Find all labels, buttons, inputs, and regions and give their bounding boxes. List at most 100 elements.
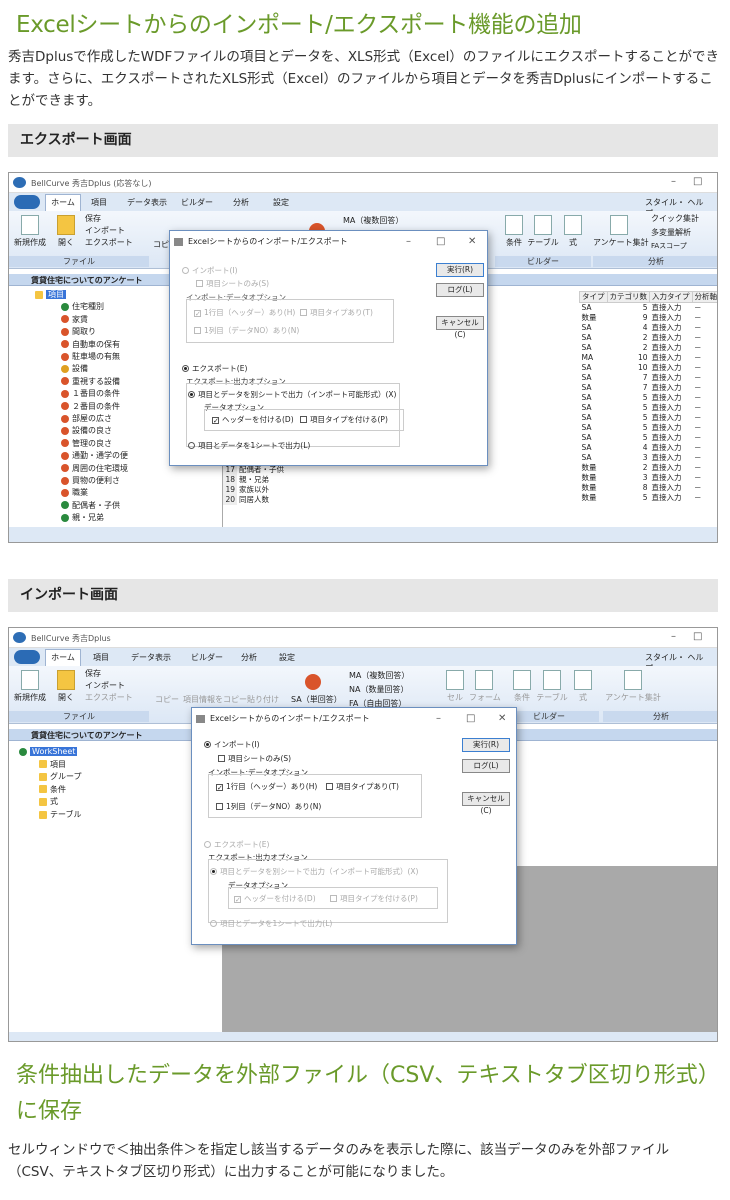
grid-row[interactable]: SA 5 直接入力－ <box>580 303 718 314</box>
grid-cell[interactable]: 直接入力 <box>650 483 693 493</box>
tree-root[interactable]: 項目 <box>35 289 66 300</box>
open-button-2[interactable]: 開く <box>53 670 79 703</box>
worksheet-item[interactable]: 項目 <box>39 759 66 770</box>
export-radio-2[interactable]: エクスポート(E) <box>204 840 269 850</box>
grid-row[interactable]: 数量 5 直接入力－ <box>580 493 718 503</box>
cond-button-2[interactable]: 条件 <box>509 670 535 703</box>
tree-item[interactable]: 管理の良さ <box>61 438 112 449</box>
tree-item[interactable]: 周囲の住宅環境 <box>61 463 128 474</box>
separate-radio-2[interactable]: 項目とデータを別シートで出力（インポート可能形式）(X) <box>210 867 419 877</box>
save-button[interactable]: 保存 <box>85 213 101 224</box>
tab-analysis-2[interactable]: 分析 <box>241 652 257 663</box>
grid-cell[interactable]: SA <box>580 373 608 383</box>
grid-row[interactable]: SA 5 直接入力－ <box>580 413 718 423</box>
grid-cell[interactable]: － <box>692 323 717 333</box>
tree-item[interactable]: 通勤・通学の便 <box>61 450 128 461</box>
import-button[interactable]: インポート <box>85 225 125 236</box>
new-button-2[interactable]: 新規作成 <box>13 670 47 703</box>
grid-cell[interactable]: － <box>692 353 717 363</box>
sheet-only-check-2[interactable]: 項目シートのみ(S) <box>218 754 291 764</box>
cancel-button[interactable]: キャンセル(C) <box>436 316 484 339</box>
grid-cell[interactable]: 7 <box>607 383 650 393</box>
cell-button[interactable]: セル <box>443 670 467 703</box>
grid-cell[interactable]: 2 <box>607 343 650 353</box>
grid-row[interactable]: 数量 2 直接入力－ <box>580 463 718 473</box>
grid-row[interactable]: SA 2 直接入力－ <box>580 343 718 353</box>
grid-row[interactable]: SA 5 直接入力－ <box>580 433 718 443</box>
fascope-button[interactable]: FAスコープ <box>651 241 687 251</box>
header-check[interactable]: ✓ ヘッダーを付ける(D) <box>212 415 294 425</box>
tab-settings-2[interactable]: 設定 <box>279 652 295 663</box>
grid-left-cell[interactable]: 親・兄弟 <box>237 475 286 485</box>
grid-cell[interactable]: － <box>692 453 717 463</box>
worksheet-item[interactable]: テーブル <box>39 809 82 820</box>
grid-cell[interactable]: SA <box>580 403 608 413</box>
grid-cell[interactable]: 直接入力 <box>650 403 693 413</box>
grid-cell[interactable]: － <box>692 373 717 383</box>
tree-item[interactable]: 職業 <box>61 487 88 498</box>
grid-cell[interactable]: SA <box>580 303 608 314</box>
grid-cell[interactable]: SA <box>580 443 608 453</box>
grid-cell[interactable]: 直接入力 <box>650 343 693 353</box>
tab-item-2[interactable]: 項目 <box>93 652 109 663</box>
grid-cell[interactable]: 2 <box>607 333 650 343</box>
worksheet-item[interactable]: 式 <box>39 796 58 807</box>
grid-cell[interactable]: 数量 <box>580 463 608 473</box>
grid-row[interactable]: SA 4 直接入力－ <box>580 443 718 453</box>
grid-row[interactable]: SA 7 直接入力－ <box>580 383 718 393</box>
file-menu-button-2[interactable] <box>14 650 40 664</box>
tree-item[interactable]: 親・兄弟 <box>61 512 104 523</box>
grid-cell[interactable]: 5 <box>607 403 650 413</box>
dialog-minimize-icon[interactable]: – <box>406 231 411 253</box>
grid-cell[interactable]: 5 <box>607 393 650 403</box>
grid-column-header[interactable]: 入力タイプ <box>649 291 693 303</box>
grid-cell[interactable]: － <box>692 363 717 373</box>
grid-left-cell[interactable]: 19 <box>223 485 237 495</box>
grid-column-header[interactable]: タイプ <box>579 291 608 303</box>
grid-cell[interactable]: － <box>692 383 717 393</box>
maximize-icon[interactable]: □ <box>693 176 702 187</box>
grid-left-cell[interactable]: 18 <box>223 475 237 485</box>
dialog-maximize-icon[interactable]: □ <box>436 231 445 253</box>
worksheet-item[interactable]: 条件 <box>39 784 66 795</box>
tab-builder[interactable]: ビルダー <box>181 197 213 208</box>
grid-cell[interactable]: － <box>692 303 717 314</box>
tree-item[interactable]: 家賃 <box>61 314 88 325</box>
add-type-check-2[interactable]: 項目タイプを付ける(P) <box>330 894 418 904</box>
grid-cell[interactable]: 直接入力 <box>650 373 693 383</box>
one-sheet-radio[interactable]: 項目とデータを1シートで出力(L) <box>188 441 310 451</box>
worksheet-item[interactable]: グループ <box>39 771 82 782</box>
grid-left-row[interactable]: 20 同居人数 <box>223 495 286 505</box>
grid-left-cell[interactable]: 家族以外 <box>237 485 286 495</box>
cond-button[interactable]: 条件 <box>501 215 527 248</box>
maximize-icon-2[interactable]: □ <box>693 631 702 642</box>
grid-cell[interactable]: 5 <box>607 433 650 443</box>
grid-row[interactable]: MA 10 直接入力－ <box>580 353 718 363</box>
grid-cell[interactable]: SA <box>580 383 608 393</box>
col1-check[interactable]: 1列目（データNO）あり(N) <box>194 326 299 336</box>
table-button[interactable]: テーブル <box>527 215 559 248</box>
copy-button-2[interactable]: コピー <box>155 694 179 705</box>
enquete-button-2[interactable]: アンケート集計 <box>605 670 661 703</box>
grid-cell[interactable]: 数量 <box>580 473 608 483</box>
tree-item[interactable]: １番目の条件 <box>61 388 120 399</box>
log-button-2[interactable]: ログ(L) <box>462 759 510 773</box>
new-button[interactable]: 新規作成 <box>13 215 47 248</box>
grid-cell[interactable]: － <box>692 333 717 343</box>
grid-cell[interactable]: 10 <box>607 353 650 363</box>
grid-cell[interactable]: 直接入力 <box>650 453 693 463</box>
tab-settings[interactable]: 設定 <box>273 197 289 208</box>
grid-left-row[interactable]: 19 家族以外 <box>223 485 286 495</box>
grid-row[interactable]: SA 10 直接入力－ <box>580 363 718 373</box>
grid-cell[interactable]: SA <box>580 413 608 423</box>
grid-cell[interactable]: 直接入力 <box>650 323 693 333</box>
tree-item[interactable]: 設備の良さ <box>61 425 112 436</box>
copy-item-button[interactable]: 項目情報をコピー <box>183 694 247 705</box>
tree-item[interactable]: 駐車場の有無 <box>61 351 120 362</box>
grid-cell[interactable]: 直接入力 <box>650 463 693 473</box>
grid-cell[interactable]: 直接入力 <box>650 493 693 503</box>
paste-button[interactable]: 貼り付け <box>247 694 279 705</box>
header-check-2[interactable]: ✓ ヘッダーを付ける(D) <box>234 894 316 904</box>
grid-cell[interactable]: SA <box>580 363 608 373</box>
grid-cell[interactable]: 5 <box>607 413 650 423</box>
